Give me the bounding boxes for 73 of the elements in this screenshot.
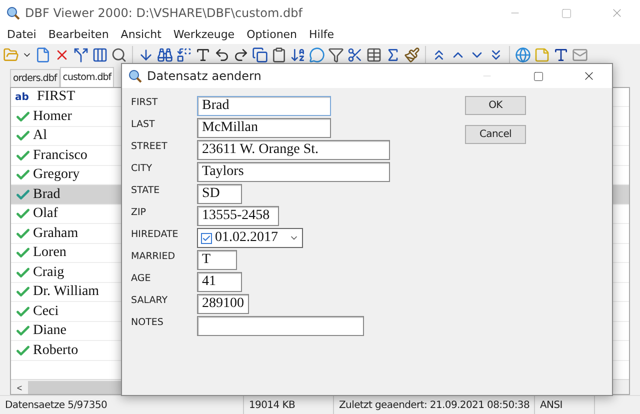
cancel-button[interactable]: Cancel	[465, 125, 526, 144]
table-cell: Ceci	[33, 304, 59, 320]
field-label: STREET	[131, 140, 168, 154]
input-field[interactable]: 23611 W. Orange St.	[197, 140, 390, 160]
window-title: DBF Viewer 2000: D:\VSHARE\DBF\custom.dbf	[25, 6, 304, 20]
menu-item[interactable]: Bearbeiten	[43, 26, 116, 44]
filter-icon[interactable]	[328, 46, 344, 63]
field-label: NOTES	[131, 316, 164, 330]
input-field[interactable]: T	[197, 250, 237, 270]
sort-icon[interactable]	[290, 46, 306, 63]
input-field[interactable]: Brad	[197, 96, 331, 116]
field-label: STATE	[131, 184, 161, 198]
maximize-icon[interactable]	[532, 70, 544, 82]
field-label: ZIP	[131, 206, 148, 220]
table-cell: Roberto	[33, 342, 78, 359]
table-cell: Graham	[33, 226, 78, 242]
brush-icon[interactable]	[404, 46, 420, 63]
menu-item[interactable]: Optionen	[242, 26, 304, 44]
table-cell: Dr. William	[33, 284, 100, 300]
checkbox[interactable]	[201, 232, 212, 244]
ok-button[interactable]: OK	[465, 96, 526, 115]
input-field[interactable]: Taylors	[197, 162, 390, 182]
app-icon	[6, 6, 20, 20]
undo-icon[interactable]	[214, 46, 230, 63]
table-cell: Diane	[33, 323, 66, 340]
document-icon[interactable]	[35, 46, 51, 63]
speech-bubble-icon[interactable]	[309, 46, 325, 63]
input-field[interactable]: 289100	[197, 294, 249, 314]
menu-item[interactable]: Hilfe	[304, 26, 342, 44]
table-cell: Al	[33, 128, 47, 144]
menu-item[interactable]: Ansicht	[116, 26, 168, 44]
split-icon[interactable]	[73, 46, 89, 63]
menu-item[interactable]: Datei	[2, 26, 44, 44]
text-icon[interactable]	[195, 46, 211, 63]
down-arrow-icon[interactable]	[138, 46, 154, 63]
binoculars-icon[interactable]	[157, 46, 173, 63]
table-cell: Homer	[33, 108, 72, 125]
field-label: AGE	[131, 272, 152, 286]
table-icon[interactable]	[366, 46, 382, 63]
input-field[interactable]: McMillan	[197, 118, 331, 138]
replace-icon[interactable]	[176, 46, 192, 63]
table-cell: Brad	[33, 186, 60, 203]
input-field[interactable]: 13555-2458	[197, 206, 279, 226]
field-label: CITY	[131, 162, 154, 176]
redo-icon[interactable]	[233, 46, 249, 63]
dialog-icon	[128, 69, 142, 83]
copy-icon[interactable]	[252, 46, 268, 63]
file-tab[interactable]: custom.dbf	[60, 66, 114, 87]
column-header[interactable]: FIRST	[37, 89, 76, 106]
type-label: ab	[15, 92, 30, 103]
globe-icon[interactable]	[515, 46, 531, 63]
field-label: HIREDATE	[131, 228, 180, 242]
file-tab[interactable]: orders.dbf	[10, 68, 60, 87]
field-label: FIRST	[131, 96, 159, 110]
dialog-title: Datensatz aendern	[147, 69, 262, 83]
input-field[interactable]	[197, 316, 364, 336]
scissors-icon[interactable]	[347, 46, 363, 63]
clipboard-icon[interactable]	[271, 46, 287, 63]
table-cell: Olaf	[33, 206, 58, 222]
date-picker[interactable]: 01.02.2017	[197, 228, 303, 248]
columns-icon[interactable]	[92, 46, 108, 63]
font-icon[interactable]	[553, 46, 569, 63]
input-field[interactable]: 41	[197, 272, 242, 292]
menu-item[interactable]: Werkzeuge	[168, 26, 242, 44]
table-cell: Gregory	[33, 167, 80, 184]
table-cell: Loren	[33, 245, 66, 262]
table-cell: Francisco	[33, 148, 88, 164]
table-cell: Craig	[33, 264, 64, 281]
input-field[interactable]: SD	[197, 184, 242, 204]
search-icon[interactable]	[111, 46, 127, 63]
field-label: LAST	[131, 118, 156, 132]
field-label: SALARY	[131, 294, 169, 308]
field-label: MARRIED	[131, 250, 176, 264]
